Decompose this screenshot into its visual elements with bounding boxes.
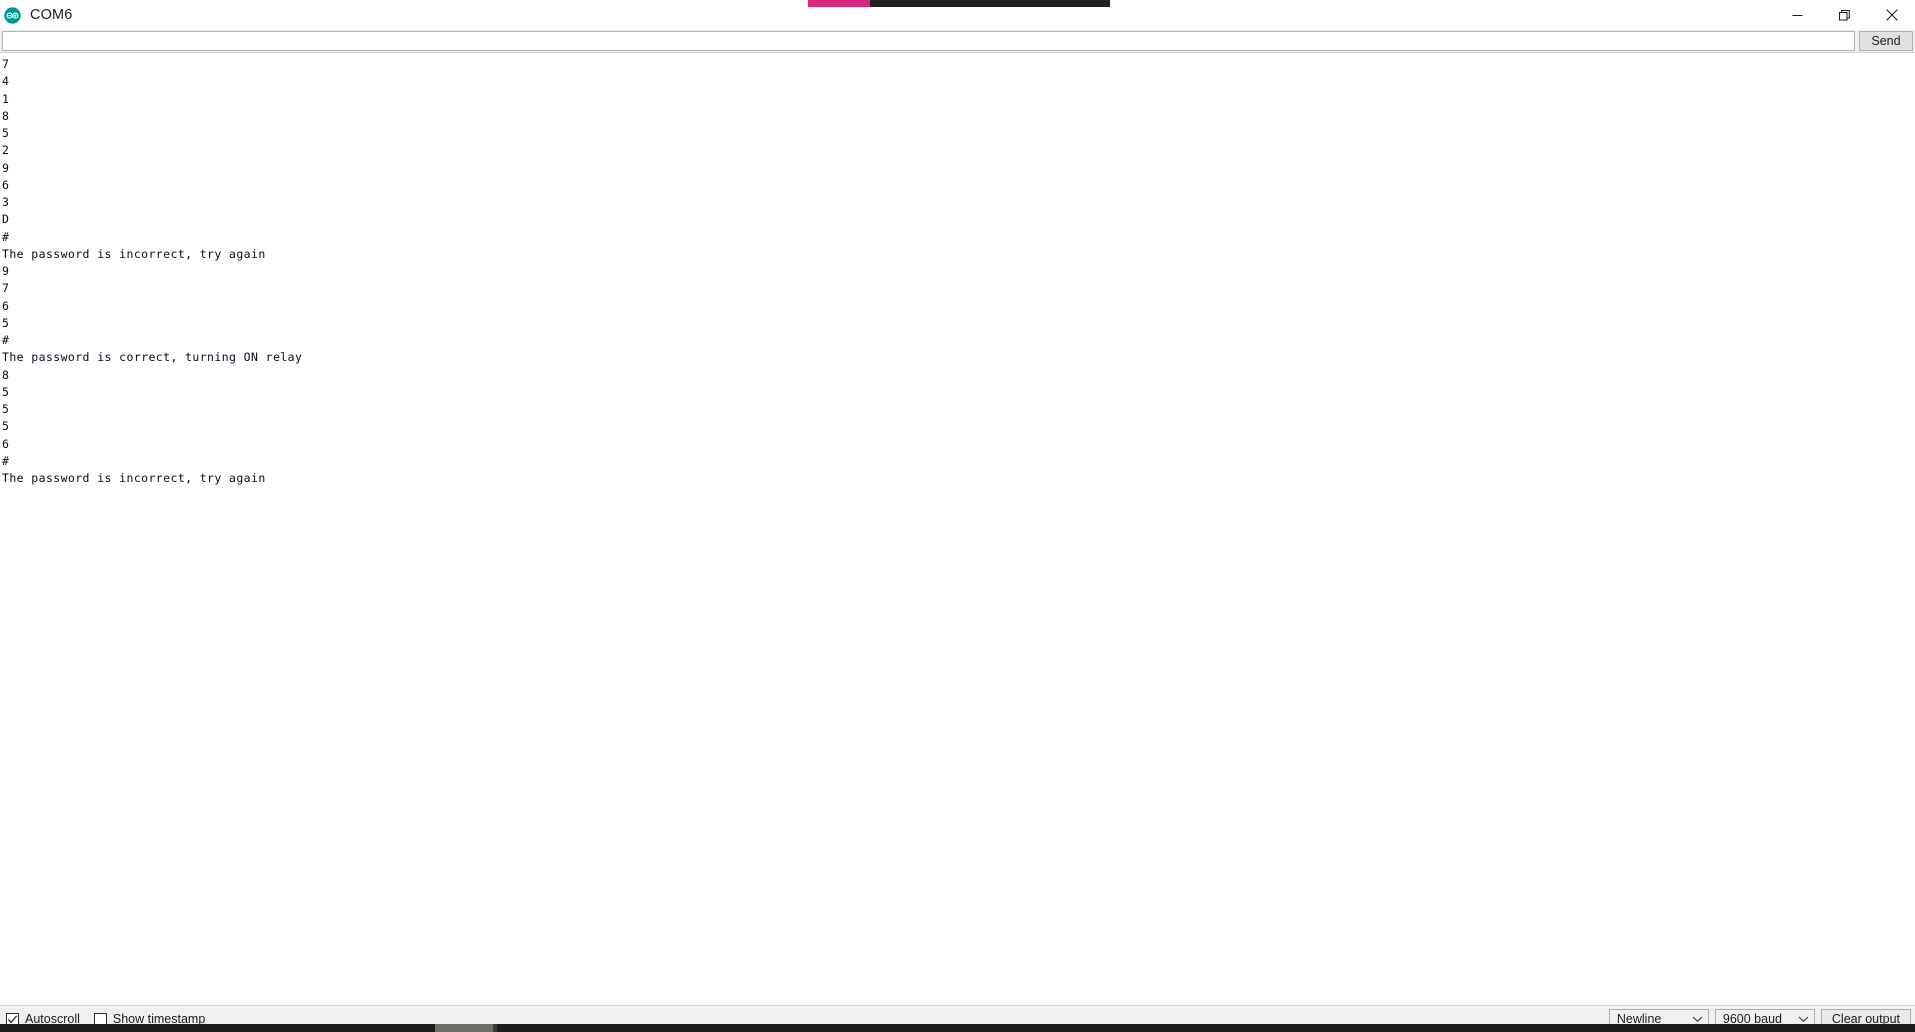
serial-output-line: 5 [2,126,10,140]
chevron-down-icon [1692,1015,1703,1023]
horizontal-scrollbar-thumb[interactable] [435,1024,493,1032]
serial-output-line: The password is incorrect, try again [2,471,266,485]
serial-output-line: 6 [2,298,10,313]
bottom-os-strip [0,1024,1915,1032]
serial-monitor-window: COM6 Send 7 4 1 8 5 2 9 6 3 D # The pass… [0,0,1915,1032]
serial-output-line: 4 [2,74,10,89]
serial-output-line: 8 [2,367,10,382]
serial-send-input[interactable] [2,31,1855,51]
serial-output-line: # [2,229,10,244]
close-button[interactable] [1868,0,1915,30]
arduino-logo-icon [4,6,21,24]
serial-output-line: 5 [2,402,10,416]
window-title: COM6 [30,6,73,23]
serial-output-line: 2 [2,143,10,158]
minimize-button[interactable] [1774,0,1821,30]
checkmark-icon [7,1014,18,1023]
maximize-restore-button[interactable] [1821,0,1868,30]
os-strip-left [0,1024,435,1032]
window-controls [1774,0,1915,30]
serial-output-line: 9 [2,160,10,175]
serial-output-line: # [2,453,10,468]
chevron-down-icon [1798,1015,1809,1023]
serial-output-line: 6 [2,177,10,192]
serial-output-line: 5 [2,384,10,399]
serial-output-line: 8 [2,108,10,123]
serial-output-line: 5 [2,419,10,434]
serial-output-line: 6 [2,436,10,451]
serial-output-text: 7 4 1 8 5 2 9 6 3 D # The password is incorrect, tr… [0,53,1915,1005]
serial-output-line: 7 [2,281,10,296]
title-bar-left: COM6 [0,6,73,24]
send-bar: Send [0,30,1915,52]
title-bar: COM6 [0,0,1915,30]
serial-output-panel[interactable]: 7 4 1 8 5 2 9 6 3 D # The password is incorrect, tr… [0,52,1915,1005]
serial-output-line: D [2,212,10,227]
serial-output-line: The password is incorrect, try again [2,246,266,261]
serial-output-line: 1 [2,91,10,106]
serial-output-line: 5 [2,315,10,330]
serial-output-line: 3 [2,195,10,209]
serial-output-line: 7 [2,57,10,71]
serial-output-line: 9 [2,264,10,278]
serial-output-line: The password is correct, turning ON rela… [2,350,303,365]
serial-output-line: # [2,333,10,347]
horizontal-scrollbar-thumb-end [493,1024,497,1032]
send-button[interactable]: Send [1859,31,1913,51]
